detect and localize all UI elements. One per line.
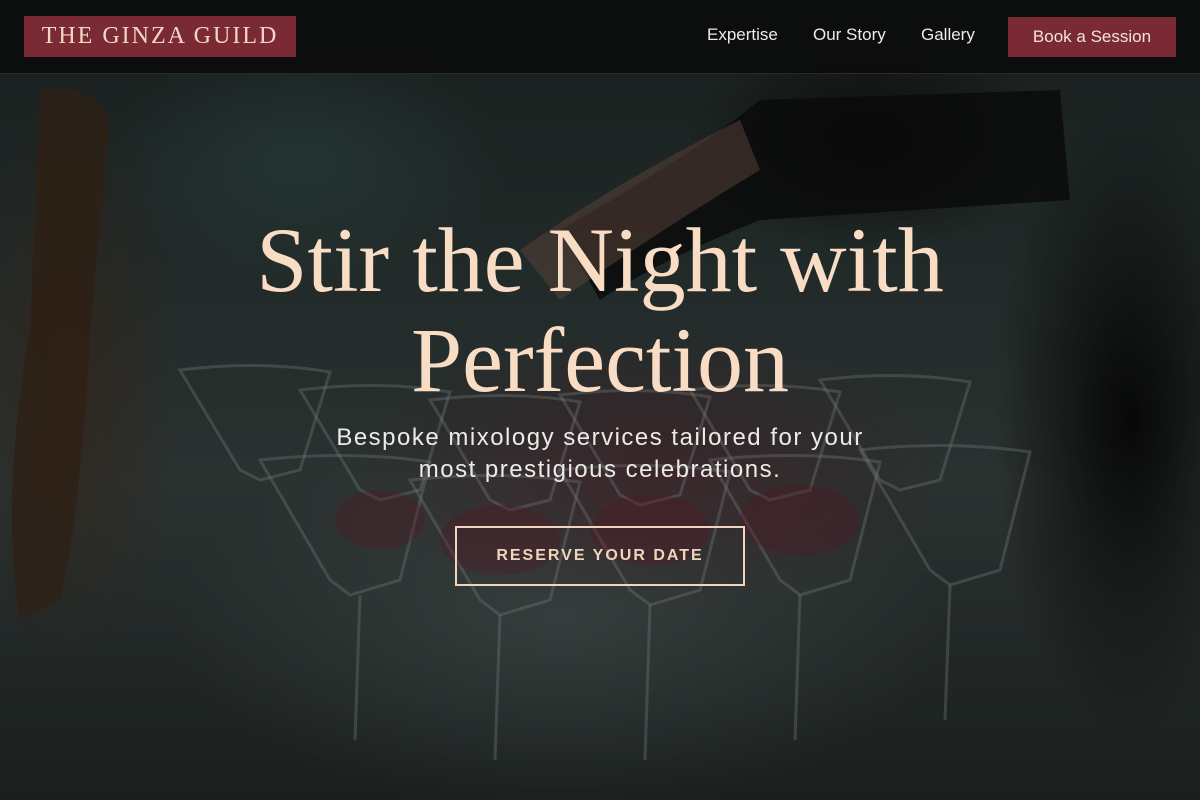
hero-subtitle-line-1: Bespoke mixology services tailored for y… <box>336 424 864 451</box>
nav-link-our-story[interactable]: Our Story <box>813 25 886 45</box>
hero-subtitle: Bespoke mixology services tailored for y… <box>250 422 950 486</box>
nav-link-gallery[interactable]: Gallery <box>921 25 975 45</box>
reserve-date-button[interactable]: RESERVE YOUR DATE <box>455 526 745 586</box>
hero-title-line-1: Stir the Night with <box>256 209 944 311</box>
hero-title-line-2: Perfection <box>410 309 790 411</box>
hero-title: Stir the Night with Perfection <box>0 210 1200 410</box>
hero-subtitle-line-2: most prestigious celebrations. <box>418 456 782 483</box>
top-navigation-bar: THE GINZA GUILD Expertise Our Story Gall… <box>0 0 1200 74</box>
brand-logo[interactable]: THE GINZA GUILD <box>24 16 296 57</box>
nav-link-expertise[interactable]: Expertise <box>707 25 778 45</box>
book-session-button[interactable]: Book a Session <box>1008 17 1176 57</box>
